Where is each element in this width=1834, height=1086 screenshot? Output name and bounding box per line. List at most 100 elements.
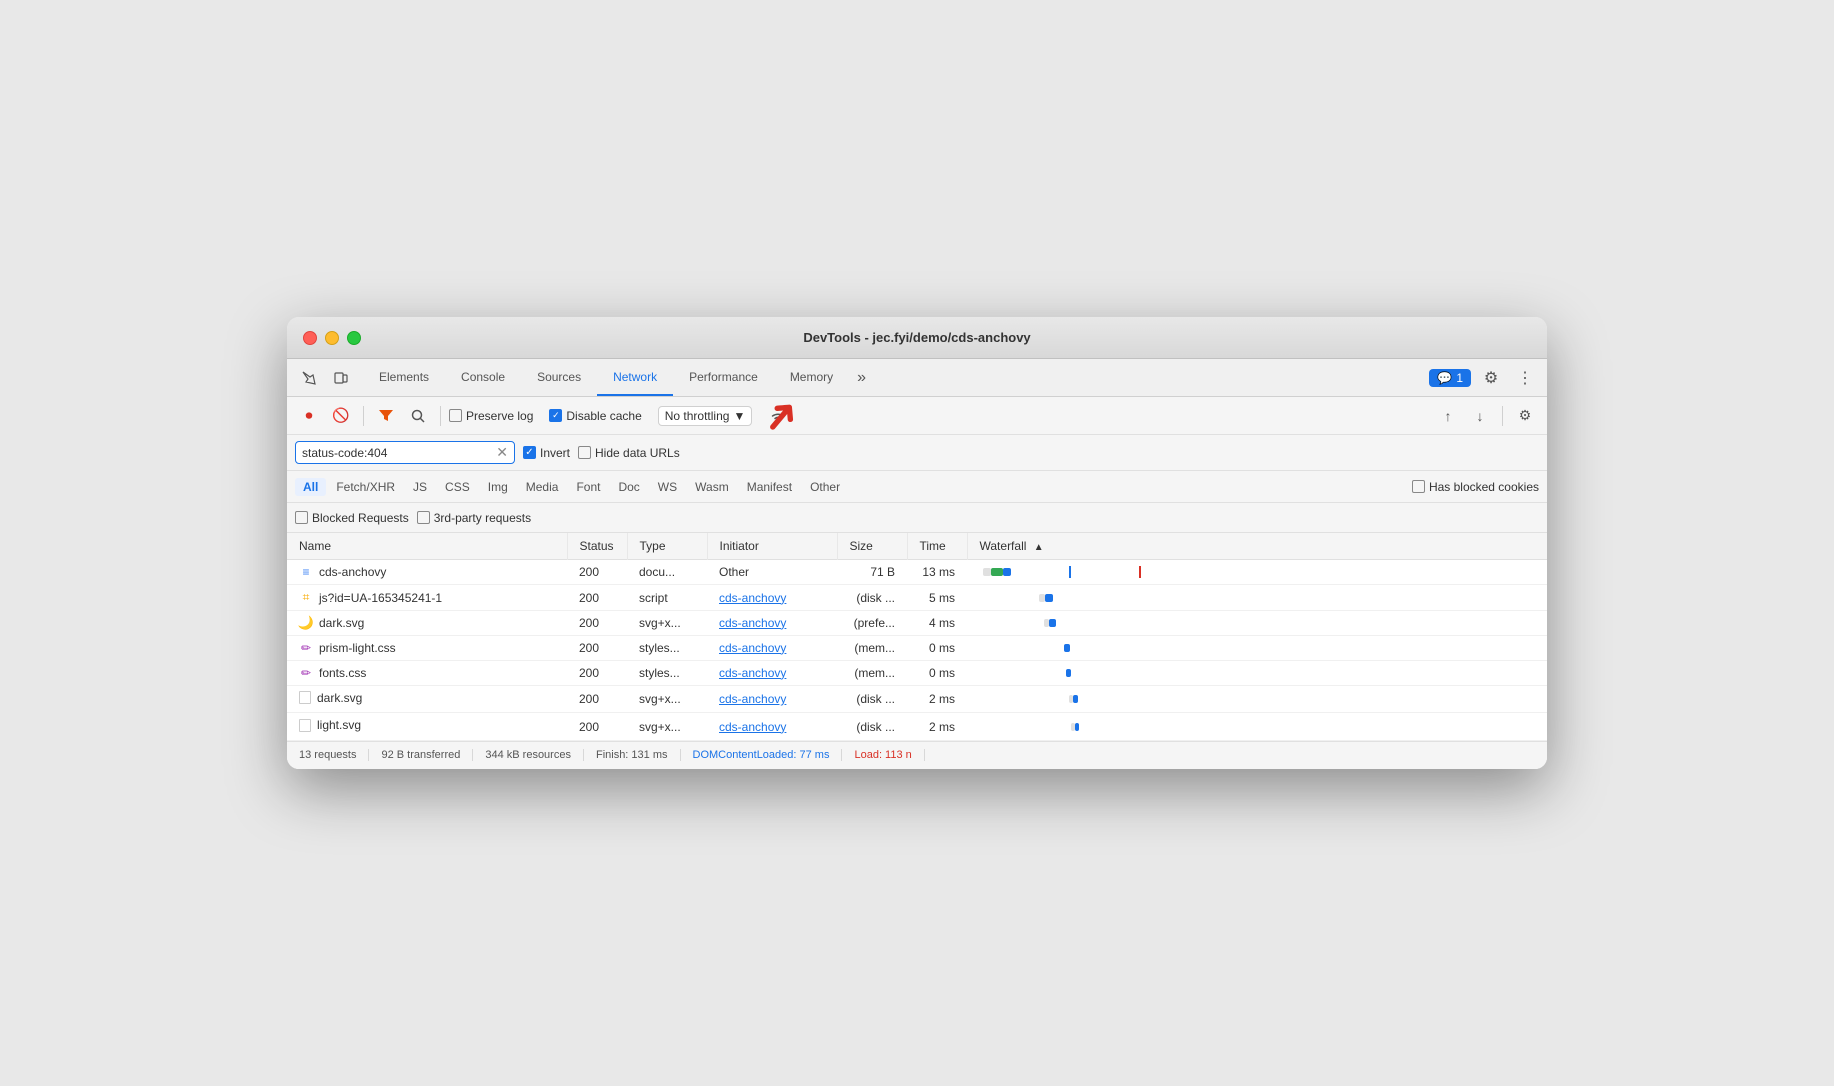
file-icon <box>299 719 311 732</box>
type-filter-css[interactable]: CSS <box>437 478 478 496</box>
cell-name: ✏ fonts.css <box>287 660 567 685</box>
table-row[interactable]: 🌙 dark.svg 200 svg+x... cds-anchovy (pre… <box>287 610 1547 635</box>
type-filter-js[interactable]: JS <box>405 478 435 496</box>
preserve-log-label[interactable]: Preserve log <box>449 409 533 423</box>
blocked-requests-label[interactable]: Blocked Requests <box>295 511 409 525</box>
tab-overflow-button[interactable]: » <box>849 369 874 387</box>
table-row[interactable]: ✏ prism-light.css 200 styles... cds-anch… <box>287 635 1547 660</box>
invert-filter-label[interactable]: ✓ Invert <box>523 446 570 460</box>
hide-data-urls-label[interactable]: Hide data URLs <box>578 446 680 460</box>
tab-memory[interactable]: Memory <box>774 359 849 396</box>
moon-icon: 🌙 <box>299 616 313 630</box>
filter-clear-button[interactable]: ✕ <box>496 444 508 461</box>
tab-sources[interactable]: Sources <box>521 359 597 396</box>
traffic-lights <box>303 331 361 345</box>
minimize-button[interactable] <box>325 331 339 345</box>
settings-icon-toolbar[interactable]: ⚙ <box>1511 402 1539 430</box>
export-icon[interactable]: ↓ <box>1466 402 1494 430</box>
toolbar-separator-2 <box>440 406 441 426</box>
tab-performance[interactable]: Performance <box>673 359 774 396</box>
has-blocked-cookies-checkbox[interactable] <box>1412 480 1425 493</box>
th-waterfall[interactable]: Waterfall ▲ <box>967 533 1547 560</box>
tab-elements[interactable]: Elements <box>363 359 445 396</box>
type-filter-font[interactable]: Font <box>568 478 608 496</box>
settings-icon-tab[interactable]: ⚙ <box>1477 364 1505 392</box>
tab-network[interactable]: Network <box>597 359 673 396</box>
type-filter-all[interactable]: All <box>295 478 326 496</box>
tab-icons <box>295 364 355 392</box>
cell-time: 2 ms <box>907 713 967 741</box>
cell-type: styles... <box>627 660 707 685</box>
cell-waterfall <box>967 560 1547 585</box>
third-party-label[interactable]: 3rd-party requests <box>417 511 531 525</box>
devtools-window: DevTools - jec.fyi/demo/cds-anchovy <box>287 317 1547 769</box>
type-filter-wasm[interactable]: Wasm <box>687 478 737 496</box>
cell-size: (prefe... <box>837 610 907 635</box>
chat-badge-button[interactable]: 💬 1 <box>1429 369 1471 387</box>
cell-type: docu... <box>627 560 707 585</box>
inspect-icon[interactable] <box>295 364 323 392</box>
load-time: Load: 113 n <box>842 749 924 761</box>
filter-bar: ✕ ✓ Invert Hide data URLs <box>287 435 1547 471</box>
th-time[interactable]: Time <box>907 533 967 560</box>
invert-checkbox[interactable]: ✓ <box>523 446 536 459</box>
hide-data-urls-checkbox[interactable] <box>578 446 591 459</box>
table-row[interactable]: light.svg 200 svg+x... cds-anchovy (disk… <box>287 713 1547 741</box>
table-row[interactable]: ⌗ js?id=UA-165345241-1 200 script cds-an… <box>287 585 1547 611</box>
cell-waterfall <box>967 660 1547 685</box>
cell-initiator: cds-anchovy <box>707 585 837 611</box>
type-filter-fetch-xhr[interactable]: Fetch/XHR <box>328 478 403 496</box>
th-size[interactable]: Size <box>837 533 907 560</box>
type-filter-doc[interactable]: Doc <box>610 478 647 496</box>
css-icon: ✏ <box>299 641 313 655</box>
tab-console[interactable]: Console <box>445 359 521 396</box>
clear-button[interactable]: 🚫 <box>327 402 355 430</box>
import-icon[interactable]: ↑ <box>1434 402 1462 430</box>
th-initiator[interactable]: Initiator <box>707 533 837 560</box>
cell-time: 13 ms <box>907 560 967 585</box>
status-bar: 13 requests 92 B transferred 344 kB reso… <box>287 741 1547 769</box>
cell-status: 200 <box>567 660 627 685</box>
toolbar-separator-3 <box>1502 406 1503 426</box>
cell-size: (disk ... <box>837 685 907 713</box>
toolbar-container: ⏺ 🚫 Preserve log <box>287 397 1547 435</box>
blocked-requests-checkbox[interactable] <box>295 511 308 524</box>
type-filter-manifest[interactable]: Manifest <box>739 478 800 496</box>
table-header: Name Status Type Initiator Size <box>287 533 1547 560</box>
table-row[interactable]: ≡ cds-anchovy 200 docu... Other 71 B 13 … <box>287 560 1547 585</box>
device-icon[interactable] <box>327 364 355 392</box>
window-title: DevTools - jec.fyi/demo/cds-anchovy <box>803 330 1030 345</box>
filter-icon[interactable] <box>372 402 400 430</box>
search-icon[interactable] <box>404 402 432 430</box>
cell-name: 🌙 dark.svg <box>287 610 567 635</box>
cell-name: ≡ cds-anchovy <box>287 560 567 585</box>
th-status[interactable]: Status <box>567 533 627 560</box>
disable-cache-label[interactable]: ✓ Disable cache <box>549 409 641 423</box>
more-options-icon[interactable]: ⋮ <box>1511 364 1539 392</box>
file-icon <box>299 691 311 704</box>
network-table: Name Status Type Initiator Size <box>287 533 1547 741</box>
table-row[interactable]: dark.svg 200 svg+x... cds-anchovy (disk … <box>287 685 1547 713</box>
disable-cache-checkbox[interactable]: ✓ <box>549 409 562 422</box>
throttling-dropdown[interactable]: No throttling ▼ <box>658 406 753 426</box>
record-button[interactable]: ⏺ <box>295 402 323 430</box>
cell-waterfall <box>967 713 1547 741</box>
filter-input[interactable] <box>302 446 496 460</box>
table-body: ≡ cds-anchovy 200 docu... Other 71 B 13 … <box>287 560 1547 741</box>
close-button[interactable] <box>303 331 317 345</box>
type-filter-img[interactable]: Img <box>480 478 516 496</box>
cell-time: 0 ms <box>907 660 967 685</box>
third-party-checkbox[interactable] <box>417 511 430 524</box>
th-type[interactable]: Type <box>627 533 707 560</box>
th-name[interactable]: Name <box>287 533 567 560</box>
type-filter-ws[interactable]: WS <box>650 478 685 496</box>
type-filter-other[interactable]: Other <box>802 478 848 496</box>
maximize-button[interactable] <box>347 331 361 345</box>
table-row[interactable]: ✏ fonts.css 200 styles... cds-anchovy (m… <box>287 660 1547 685</box>
type-filter-media[interactable]: Media <box>518 478 567 496</box>
type-filter-right: Has blocked cookies <box>1412 480 1539 494</box>
cell-type: svg+x... <box>627 610 707 635</box>
cell-name: ⌗ js?id=UA-165345241-1 <box>287 585 567 611</box>
wifi-settings-icon[interactable] <box>764 402 792 430</box>
preserve-log-checkbox[interactable] <box>449 409 462 422</box>
